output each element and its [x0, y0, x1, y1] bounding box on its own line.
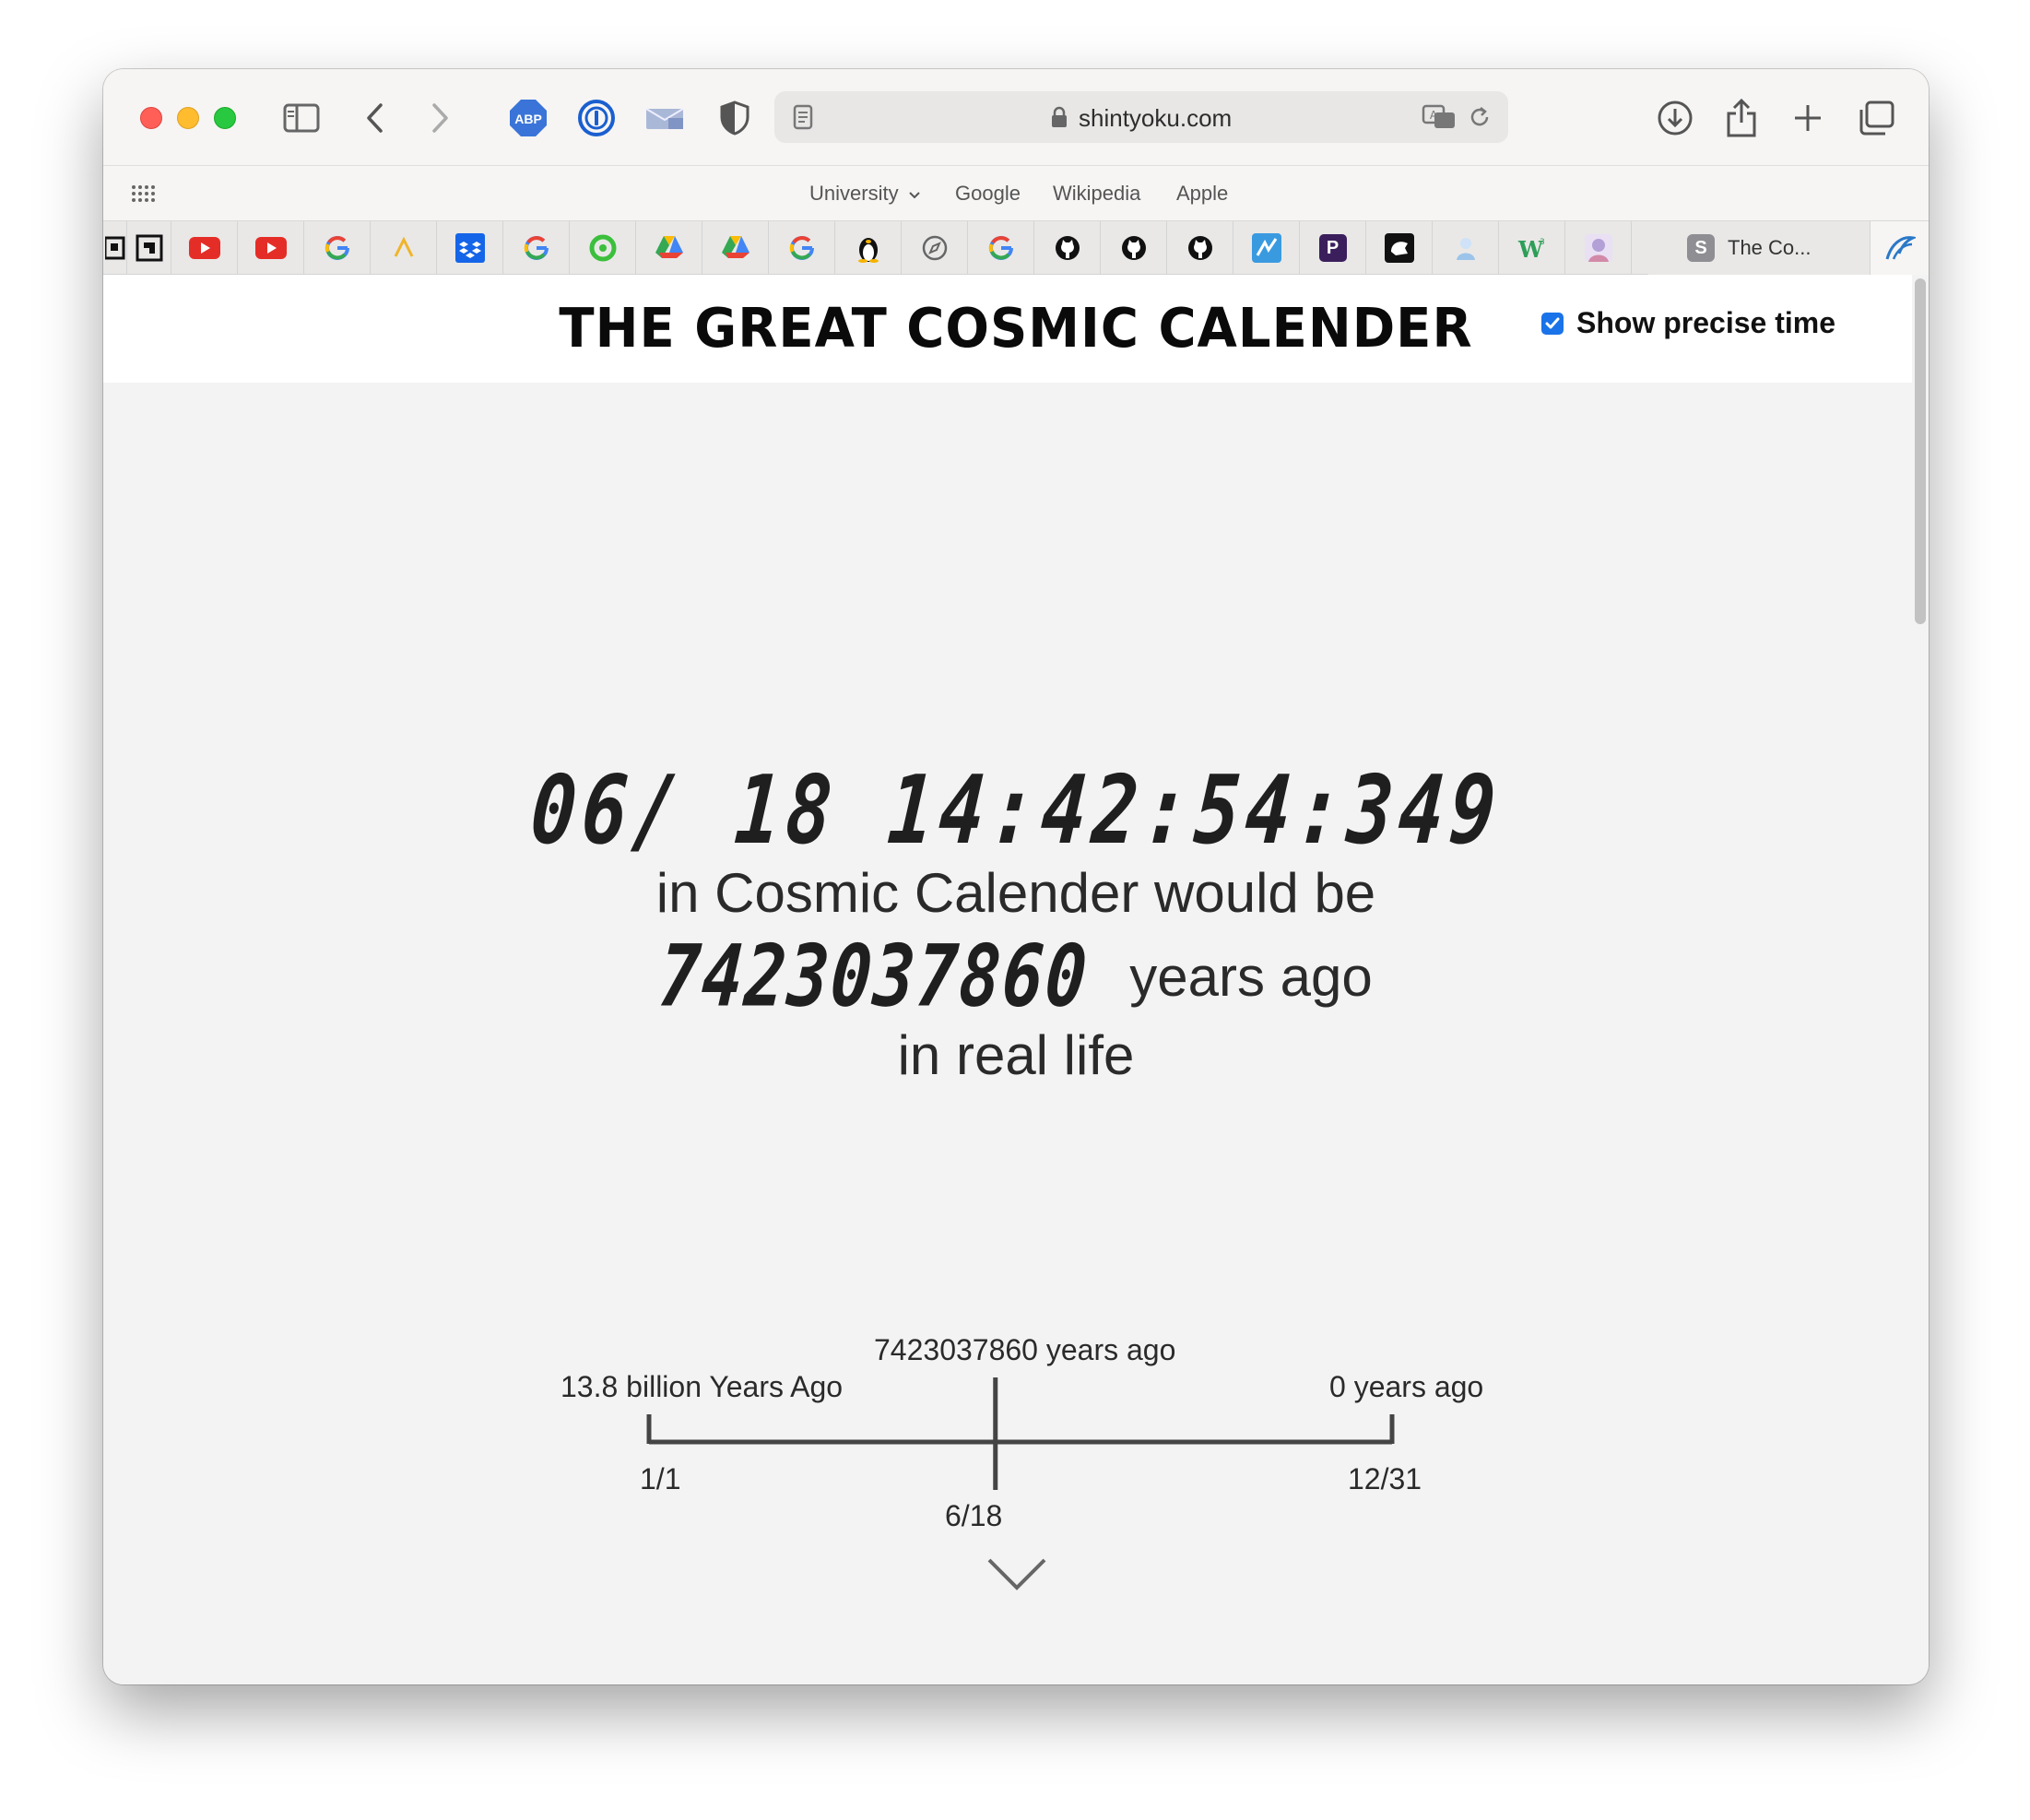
- pinned-tab-google-1[interactable]: [304, 221, 371, 275]
- share-icon[interactable]: [1718, 95, 1764, 141]
- favorite-apple[interactable]: Apple: [1176, 182, 1228, 206]
- google-icon: [789, 235, 814, 260]
- timeline-end-label: 0 years ago: [1329, 1370, 1484, 1403]
- site-badge: S: [1687, 234, 1715, 262]
- pinned-tab-google-4[interactable]: [968, 221, 1034, 275]
- address-bar[interactable]: shintyoku.com A: [774, 91, 1508, 143]
- web-page: THE GREAT COSMIC CALENDER Show precise t…: [103, 275, 1929, 1684]
- adblock-plus-icon[interactable]: ABP: [505, 95, 551, 141]
- google-drive-icon: [721, 236, 749, 258]
- w3-icon: W3: [1517, 236, 1545, 261]
- favorite-university[interactable]: University: [809, 182, 921, 206]
- site-icon: [104, 236, 124, 260]
- zoom-window-button[interactable]: [214, 107, 236, 129]
- google-icon: [524, 235, 549, 260]
- github-icon: [1055, 236, 1080, 260]
- tab-title: The Co...: [1728, 236, 1812, 259]
- pinned-tab-youtube-1[interactable]: [171, 221, 238, 275]
- google-icon: [988, 235, 1013, 260]
- timeline-end-date: 12/31: [1348, 1462, 1422, 1495]
- caret-icon: [394, 236, 413, 257]
- downloads-icon[interactable]: [1652, 95, 1698, 141]
- character-icon: [1456, 238, 1475, 260]
- penguin-icon: [857, 238, 879, 263]
- chevron-down-icon: [908, 192, 920, 199]
- green-circle-icon: [589, 234, 616, 262]
- pinned-tab-dropbox[interactable]: [437, 221, 503, 275]
- google-icon: [325, 235, 349, 260]
- new-tab-icon[interactable]: [1785, 95, 1831, 141]
- pinned-tab-1[interactable]: [127, 221, 171, 275]
- back-icon[interactable]: [352, 95, 398, 141]
- pinned-tab-google-2[interactable]: [503, 221, 570, 275]
- blue-swoosh-icon: [1885, 236, 1916, 260]
- timeline-current-label: 7423037860 years ago: [874, 1333, 1176, 1366]
- compass-icon: [922, 235, 947, 261]
- timeline-current-date: 6/18: [945, 1499, 1003, 1532]
- google-drive-icon: [655, 236, 683, 258]
- pinned-tab-github-2[interactable]: [1101, 221, 1167, 275]
- scroll-down-chevron-icon[interactable]: [986, 1556, 1047, 1598]
- pinned-tab-drive-2[interactable]: [702, 221, 769, 275]
- reader-view-icon[interactable]: [793, 104, 813, 135]
- github-icon: [1121, 236, 1146, 260]
- pinned-tab-github-1[interactable]: [1034, 221, 1101, 275]
- pinned-tab-compass[interactable]: [902, 221, 968, 275]
- svg-text:A: A: [1430, 109, 1438, 122]
- timeline-graphic: [646, 1377, 1395, 1490]
- reload-icon[interactable]: [1468, 104, 1492, 135]
- scrollbar-thumb[interactable]: [1915, 278, 1926, 624]
- pinned-tab-youtube-2[interactable]: [238, 221, 304, 275]
- minimize-window-button[interactable]: [177, 107, 199, 129]
- svg-text:ABP: ABP: [514, 112, 542, 126]
- url-text: shintyoku.com: [1051, 104, 1232, 133]
- pinned-tab-partial[interactable]: [103, 221, 127, 275]
- pinned-tab-anime[interactable]: [1433, 221, 1499, 275]
- toolbar: ABP shintyoku.com A: [103, 69, 1929, 165]
- pinned-tab-caret[interactable]: [371, 221, 437, 275]
- timeline-start-date: 1/1: [640, 1462, 681, 1495]
- pinned-tab-purple-p[interactable]: P: [1300, 221, 1366, 275]
- github-icon: [1187, 236, 1212, 260]
- timeline-start-label: 13.8 billion Years Ago: [561, 1370, 844, 1403]
- pinned-tab-google-3[interactable]: [769, 221, 835, 275]
- password-manager-icon[interactable]: [573, 95, 620, 141]
- pinned-tab-avatar[interactable]: [1565, 221, 1632, 275]
- tab-overview-icon[interactable]: [1853, 95, 1899, 141]
- lock-icon: [1051, 106, 1068, 135]
- youtube-icon: [188, 237, 220, 259]
- close-window-button[interactable]: [140, 107, 162, 129]
- pinned-tab-drive-1[interactable]: [636, 221, 702, 275]
- pinned-tab-linux[interactable]: [835, 221, 902, 275]
- browser-window: ABP shintyoku.com A University Google Wi…: [103, 69, 1929, 1684]
- translate-icon[interactable]: A: [1422, 104, 1457, 135]
- favorite-google[interactable]: Google: [955, 182, 1021, 206]
- dropbox-icon: [454, 233, 485, 263]
- black-app-icon: [1384, 233, 1414, 263]
- forward-icon[interactable]: [417, 95, 463, 141]
- site-icon: [136, 234, 162, 262]
- pinned-tab-last[interactable]: [1870, 221, 1929, 275]
- pinned-tab-black-app[interactable]: [1366, 221, 1433, 275]
- mail-extension-icon[interactable]: [642, 95, 688, 141]
- apps-grid-icon[interactable]: [131, 184, 155, 207]
- pinned-tab-github-3[interactable]: [1167, 221, 1233, 275]
- svg-text:3: 3: [1540, 238, 1545, 247]
- tab-strip: P W3 S The Co...: [103, 220, 1929, 275]
- favorites-bar: University Google Wikipedia Apple: [103, 165, 1929, 220]
- pinned-tab-green-circle[interactable]: [570, 221, 636, 275]
- privacy-shield-icon[interactable]: [712, 95, 758, 141]
- purple-p-icon: P: [1318, 234, 1347, 262]
- youtube-icon: [254, 237, 287, 259]
- pinned-tab-w3[interactable]: W3: [1499, 221, 1565, 275]
- favorite-wikipedia[interactable]: Wikipedia: [1053, 182, 1140, 206]
- sidebar-toggle-icon[interactable]: [278, 95, 325, 141]
- tab-the-cosmic-calender[interactable]: S The Co...: [1648, 221, 1870, 275]
- avatar-icon: [1584, 234, 1612, 262]
- pinned-tab-blue-app[interactable]: [1233, 221, 1300, 275]
- blue-app-icon: [1251, 233, 1281, 263]
- scrollbar[interactable]: [1912, 275, 1929, 1684]
